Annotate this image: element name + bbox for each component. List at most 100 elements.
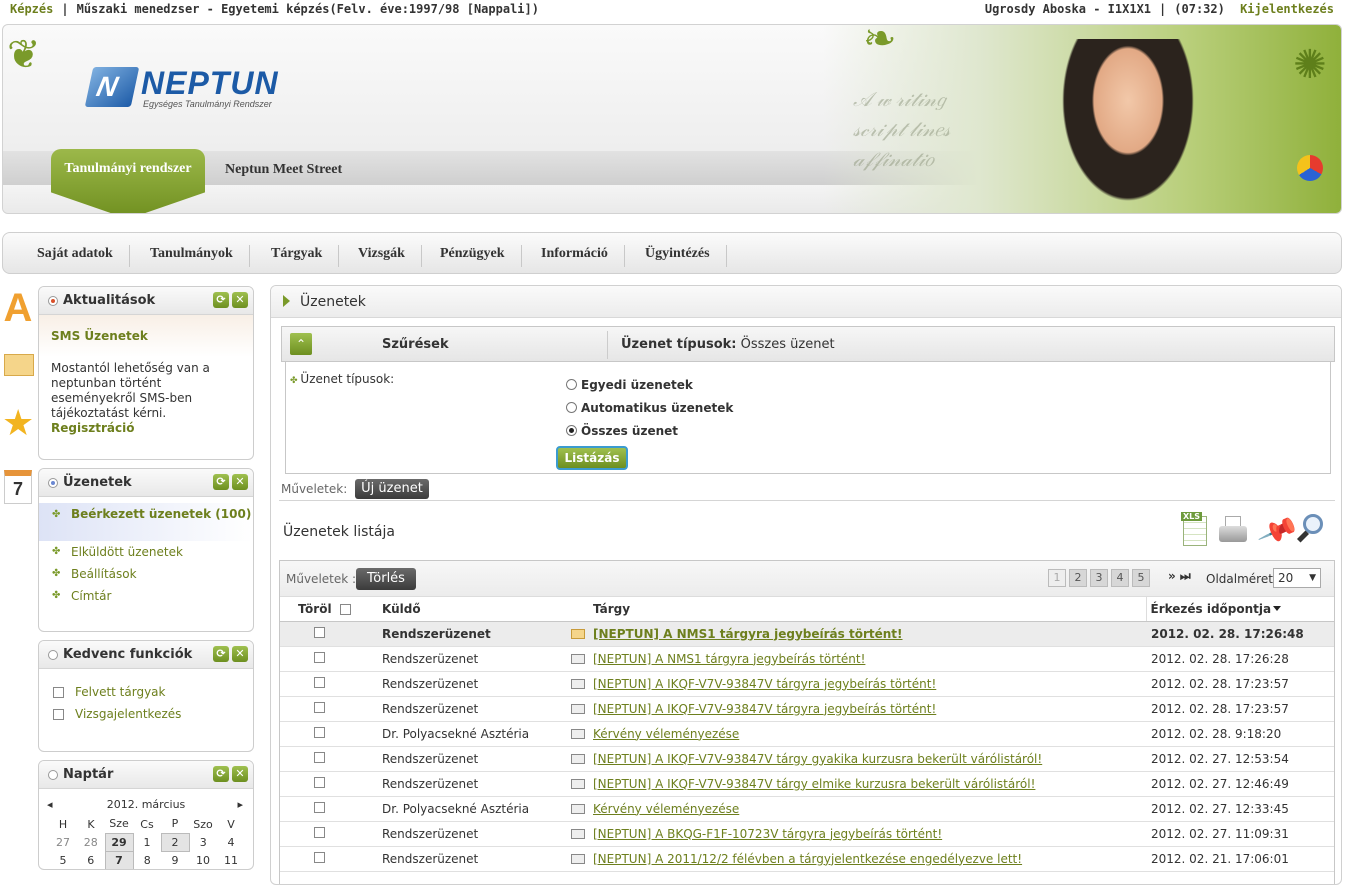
collapse-icon[interactable]: ⌃ [290,333,312,355]
table-row[interactable]: Rendszerüzenet [NEPTUN] A IKQF-V7V-93847V… [280,696,1334,722]
prev-month-icon[interactable]: ◂ [47,795,53,815]
xls-export-icon[interactable]: XLS [1179,512,1213,550]
link-settings[interactable]: Beállítások [39,563,253,585]
mail-icon[interactable] [2,346,34,386]
print-icon[interactable] [1217,512,1251,550]
close-icon[interactable]: ✕ [232,474,248,490]
close-icon[interactable]: ✕ [232,646,248,662]
calendar-day[interactable]: 4 [217,833,245,851]
aktualitasok-icon[interactable]: A [2,288,34,328]
close-icon[interactable]: ✕ [232,766,248,782]
row-checkbox[interactable] [314,651,325,663]
row-checkbox[interactable] [314,726,325,738]
calendar-day[interactable]: 29 [104,832,134,852]
refresh-icon[interactable]: ⟳ [213,474,229,490]
next-pages-icon[interactable]: » ⏭ [1168,569,1191,584]
menu-informacio[interactable]: Információ [525,245,625,267]
calendar-day[interactable]: 28 [77,833,105,851]
calendar-day[interactable]: 9 [161,851,189,869]
menu-tanulmanyok[interactable]: Tanulmányok [134,245,250,267]
radio-osszes[interactable]: Összes üzenet [566,422,678,440]
calendar-day[interactable]: 2 [160,832,190,852]
calendar-day[interactable]: 5 [49,851,77,869]
page-5[interactable]: 5 [1132,569,1150,587]
table-row[interactable]: Rendszerüzenet [NEPTUN] A 2011/12/2 félév… [280,846,1334,872]
calendar-day[interactable]: 6 [77,851,105,869]
table-row[interactable]: Rendszerüzenet [NEPTUN] A IKQF-V7V-93847V… [280,671,1334,697]
page-size-select[interactable]: 20 ▼ [1273,568,1321,588]
sort-desc-icon[interactable] [1273,605,1282,611]
row-subject[interactable]: [NEPTUN] A NMS1 tárgyra jegybeírás törté… [592,621,1146,647]
calendar-day[interactable]: 3 [189,833,217,851]
pin-icon[interactable]: 📌 [1256,509,1300,552]
menu-vizsgak[interactable]: Vizsgák [342,245,422,267]
row-subject[interactable]: [NEPTUN] A NMS1 tárgyra jegybeírás törté… [592,646,1146,672]
table-row[interactable]: Rendszerüzenet [NEPTUN] A IKQF-V7V-93847V… [280,771,1334,797]
list-button[interactable]: Listázás [556,446,628,470]
delete-button[interactable]: Törlés [356,568,416,590]
col-erkezes[interactable]: Érkezés időpontja [1145,597,1334,622]
calendar-day[interactable]: 27 [49,833,77,851]
zoom-icon[interactable] [1296,512,1331,550]
row-checkbox[interactable] [314,751,325,763]
calendar-day[interactable]: 10 [189,851,217,869]
row-subject[interactable]: Kérvény véleményezése [592,796,1146,822]
kepzes-link[interactable]: Képzés [10,2,53,16]
table-row[interactable]: Rendszerüzenet [NEPTUN] A NMS1 tárgyra je… [280,646,1334,672]
calendar-day[interactable]: 1 [133,833,161,851]
col-kuldo[interactable]: Küldő [376,597,564,622]
language-globe-icon[interactable] [1297,155,1323,181]
calendar-day[interactable]: 11 [217,851,245,869]
close-icon[interactable]: ✕ [232,292,248,308]
page-4[interactable]: 4 [1111,569,1129,587]
logout-link[interactable]: Kijelentkezés [1240,2,1334,16]
row-subject[interactable]: [NEPTUN] A IKQF-V7V-93847V tárgy elmike … [592,771,1146,797]
table-row[interactable]: Rendszerüzenet [NEPTUN] A BKQG-F1F-10723V… [280,821,1334,847]
row-checkbox[interactable] [314,676,325,688]
neptun-logo[interactable]: N NEPTUN Egységes Tanulmányi Rendszer [84,65,289,111]
refresh-icon[interactable]: ⟳ [213,766,229,782]
row-checkbox[interactable] [314,826,325,838]
panel-bullet-icon [48,296,58,306]
fav-felvett-targyak[interactable]: Felvett tárgyak [39,681,253,703]
row-subject[interactable]: [NEPTUN] A 2011/12/2 félévben a tárgyjel… [592,846,1146,872]
refresh-icon[interactable]: ⟳ [213,646,229,662]
link-sent[interactable]: Elküldött üzenetek [39,541,253,563]
row-checkbox[interactable] [314,776,325,788]
refresh-icon[interactable]: ⟳ [213,292,229,308]
link-inbox[interactable]: Beérkezett üzenetek (100) [39,503,253,541]
fav-vizsgajelentkezes[interactable]: Vizsgajelentkezés [39,703,253,725]
table-row[interactable]: Dr. Polyacsekné Asztéria Kérvény vélemény… [280,721,1334,747]
page-2[interactable]: 2 [1069,569,1087,587]
row-checkbox[interactable] [314,851,325,863]
menu-ugyintezes[interactable]: Ügyintézés [629,245,727,267]
table-row[interactable]: Rendszerüzenet [NEPTUN] A NMS1 tárgyra je… [280,621,1334,647]
star-icon[interactable]: ★ [2,404,34,444]
link-directory[interactable]: Címtár [39,585,253,607]
table-row[interactable]: Dr. Polyacsekné Asztéria Kérvény vélemény… [280,796,1334,822]
menu-penzugyek[interactable]: Pénzügyek [424,245,522,267]
row-subject[interactable]: [NEPTUN] A IKQF-V7V-93847V tárgyra jegyb… [592,671,1146,697]
select-all-checkbox[interactable] [339,603,351,615]
radio-automatikus[interactable]: Automatikus üzenetek [566,399,733,417]
page-3[interactable]: 3 [1090,569,1108,587]
calendar-day[interactable]: 7 [104,850,134,869]
menu-targyak[interactable]: Tárgyak [255,245,340,267]
next-month-icon[interactable]: ▸ [237,795,243,815]
row-subject[interactable]: [NEPTUN] A IKQF-V7V-93847V tárgyra jegyb… [592,696,1146,722]
row-subject[interactable]: Kérvény véleményezése [592,721,1146,747]
calendar-day[interactable]: 8 [133,851,161,869]
row-subject[interactable]: [NEPTUN] A IKQF-V7V-93847V tárgy gyakika… [592,746,1146,772]
menu-sajat-adatok[interactable]: Saját adatok [21,245,130,267]
table-row[interactable]: Rendszerüzenet [NEPTUN] A IKQF-V7V-93847V… [280,746,1334,772]
tab-meet-street[interactable]: Neptun Meet Street [225,162,342,178]
new-message-button[interactable]: Új üzenet [355,479,429,499]
row-checkbox[interactable] [314,701,325,713]
row-checkbox[interactable] [314,801,325,813]
row-subject[interactable]: [NEPTUN] A BKQG-F1F-10723V tárgyra jegyb… [592,821,1146,847]
col-targy[interactable]: Tárgy [592,597,1146,622]
radio-egyedi[interactable]: Egyedi üzenetek [566,376,693,394]
registration-link[interactable]: Regisztráció [51,421,134,435]
row-checkbox[interactable] [314,626,325,638]
calendar-icon[interactable]: 7 [2,468,34,508]
